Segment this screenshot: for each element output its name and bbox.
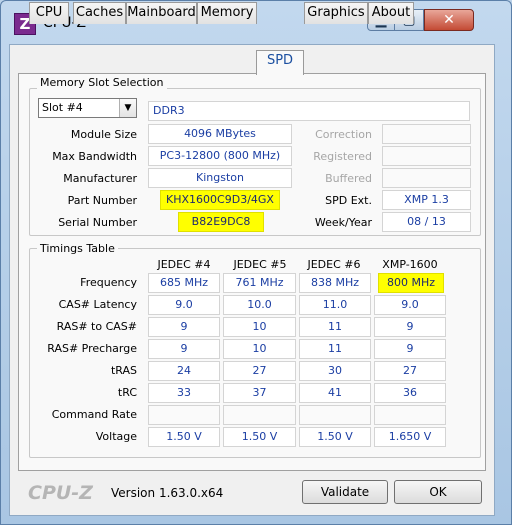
tab-caches[interactable]: Caches — [73, 2, 126, 24]
part-number-label: Part Number — [67, 194, 137, 207]
tab-memory[interactable]: Memory — [197, 2, 257, 24]
tab-cpu[interactable]: CPU — [29, 2, 69, 24]
timing-cell: 9 — [148, 317, 220, 337]
row-label: RAS# to CAS# — [56, 320, 137, 333]
timing-cell: 838 MHz — [299, 273, 371, 293]
registered-field — [382, 146, 471, 166]
timing-cell: 9 — [148, 339, 220, 359]
memory-type-field: DDR3 — [148, 101, 470, 121]
tab-about[interactable]: About — [368, 2, 414, 24]
timing-cell: 24 — [148, 361, 220, 381]
registered-label: Registered — [313, 150, 372, 163]
max-bandwidth-field: PC3-12800 (800 MHz) — [148, 146, 292, 166]
memory-slot-legend: Memory Slot Selection — [37, 76, 167, 89]
timing-cell: 1.50 V — [148, 427, 220, 447]
timing-cell: 27 — [374, 361, 446, 381]
timing-cell: 41 — [299, 383, 371, 403]
slot-select[interactable]: Slot #4 ▼ — [38, 98, 137, 118]
correction-label: Correction — [315, 128, 372, 141]
timing-cell: 33 — [148, 383, 220, 403]
week-year-label: Week/Year — [314, 216, 372, 229]
timing-cell — [148, 405, 220, 425]
manufacturer-label: Manufacturer — [63, 172, 137, 185]
timing-cell: 10.0 — [223, 295, 296, 315]
week-year-field: 08 / 13 — [382, 212, 471, 232]
manufacturer-field: Kingston — [148, 168, 292, 188]
column-header-jedec5: JEDEC #5 — [233, 258, 287, 271]
timing-cell: 761 MHz — [223, 273, 296, 293]
tab-spd[interactable]: SPD — [256, 50, 304, 75]
row-label: Command Rate — [51, 408, 137, 421]
timing-cell: 1.650 V — [374, 427, 446, 447]
serial-number-field: B82E9DC8 — [178, 212, 264, 232]
timing-cell: 27 — [223, 361, 296, 381]
timing-cell: 9 — [374, 317, 446, 337]
column-header-jedec6: JEDEC #6 — [307, 258, 361, 271]
ok-button[interactable]: OK — [394, 480, 482, 504]
row-label: Frequency — [80, 276, 137, 289]
timing-cell: 11.0 — [299, 295, 371, 315]
buffered-label: Buffered — [325, 172, 372, 185]
timing-cell: 9 — [374, 339, 446, 359]
timing-cell — [374, 405, 446, 425]
timing-cell: 37 — [223, 383, 296, 403]
chevron-down-icon[interactable]: ▼ — [119, 99, 136, 117]
column-header-jedec4: JEDEC #4 — [157, 258, 211, 271]
row-label: RAS# Precharge — [47, 342, 137, 355]
timing-cell-highlighted: 800 MHz — [378, 273, 444, 293]
spd-ext-label: SPD Ext. — [325, 194, 372, 207]
timing-cell: 11 — [299, 339, 371, 359]
module-size-field: 4096 MBytes — [148, 124, 292, 144]
row-label: CAS# Latency — [58, 298, 137, 311]
timings-table-legend: Timings Table — [37, 242, 118, 255]
timing-cell: 685 MHz — [148, 273, 220, 293]
timing-cell: 9.0 — [374, 295, 446, 315]
row-label: tRC — [117, 386, 137, 399]
timing-cell: 30 — [299, 361, 371, 381]
tab-graphics[interactable]: Graphics — [304, 2, 368, 24]
validate-button[interactable]: Validate — [302, 480, 388, 504]
slot-select-value: Slot #4 — [42, 101, 83, 114]
cpuz-brand-logo: CPU-Z — [28, 482, 93, 504]
version-label: Version 1.63.0.x64 — [111, 486, 224, 500]
max-bandwidth-label: Max Bandwidth — [52, 150, 137, 163]
row-label: tRAS — [110, 364, 137, 377]
row-label: Voltage — [95, 430, 137, 443]
timing-cell: 36 — [374, 383, 446, 403]
correction-field — [382, 124, 471, 144]
buffered-field — [382, 168, 471, 188]
part-number-field: KHX1600C9D3/4GX — [160, 190, 280, 210]
timing-cell: 11 — [299, 317, 371, 337]
timing-cell: 1.50 V — [223, 427, 296, 447]
close-button[interactable]: ✕ — [424, 9, 474, 31]
column-header-xmp1600: XMP-1600 — [382, 258, 438, 271]
module-size-label: Module Size — [70, 128, 137, 141]
timing-cell: 9.0 — [148, 295, 220, 315]
spd-ext-field: XMP 1.3 — [382, 190, 471, 210]
timing-cell: 10 — [223, 339, 296, 359]
timing-cell: 10 — [223, 317, 296, 337]
serial-number-label: Serial Number — [58, 216, 137, 229]
timing-cell: 1.50 V — [299, 427, 371, 447]
timing-cell — [223, 405, 296, 425]
timing-cell — [299, 405, 371, 425]
tab-mainboard[interactable]: Mainboard — [126, 2, 197, 24]
